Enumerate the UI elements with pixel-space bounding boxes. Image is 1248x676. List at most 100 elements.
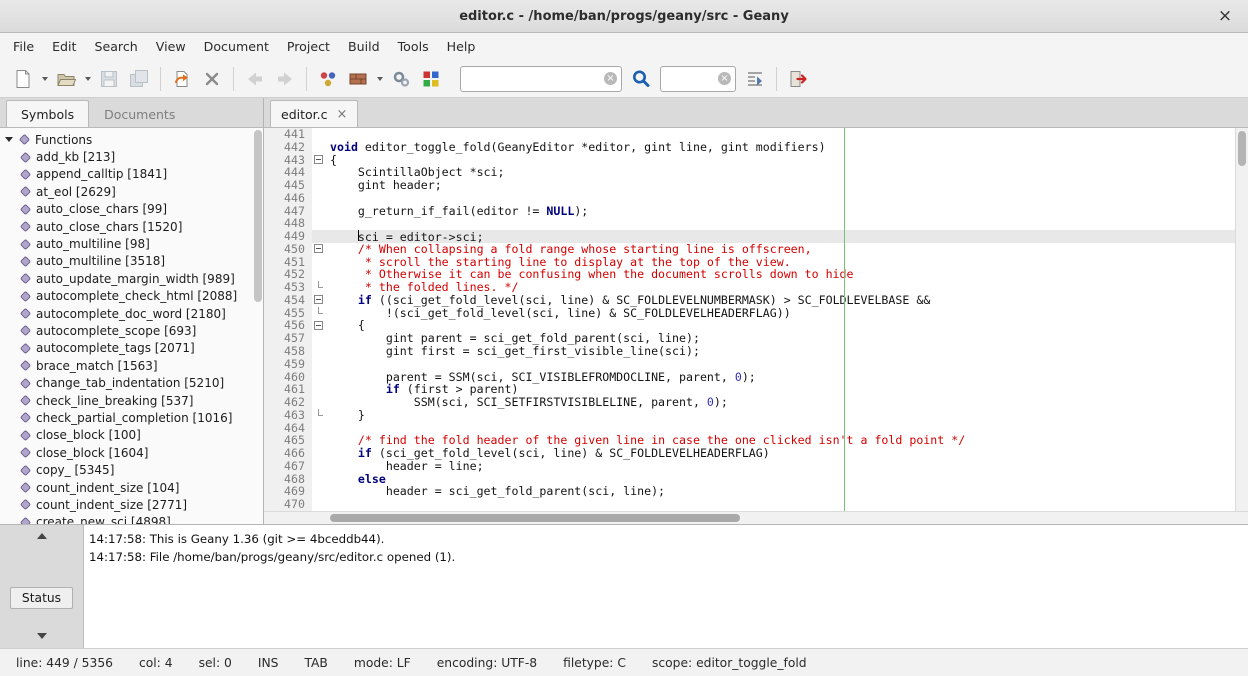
build-dropdown[interactable] <box>373 64 386 94</box>
code-line[interactable]: 445 gint header; <box>264 179 1248 192</box>
symbol-item[interactable]: auto_close_chars [99] <box>0 201 263 218</box>
tree-root-functions[interactable]: Functions <box>0 131 263 148</box>
tab-status[interactable]: Status <box>10 587 73 609</box>
code-line[interactable]: 447 g_return_if_fail(editor != NULL); <box>264 205 1248 218</box>
build-button[interactable] <box>343 64 373 94</box>
fold-collapse-icon[interactable] <box>314 155 323 164</box>
menu-tools[interactable]: Tools <box>389 35 438 58</box>
symbol-label: autocomplete_check_html [2088] <box>36 289 237 303</box>
code-line[interactable]: 462 SSM(sci, SCI_SETFIRSTVISIBLELINE, pa… <box>264 396 1248 409</box>
new-file-dropdown[interactable] <box>38 64 51 94</box>
code-line[interactable]: 467 header = line; <box>264 460 1248 473</box>
symbol-item[interactable]: copy_ [5345] <box>0 461 263 478</box>
open-file-dropdown[interactable] <box>81 64 94 94</box>
symbol-item[interactable]: append_calltip [1841] <box>0 166 263 183</box>
new-file-button[interactable] <box>8 64 38 94</box>
clear-goto-icon[interactable] <box>718 72 731 85</box>
goto-line-button[interactable] <box>740 64 770 94</box>
menu-help[interactable]: Help <box>438 35 485 58</box>
search-button[interactable] <box>626 64 656 94</box>
menu-project[interactable]: Project <box>278 35 339 58</box>
code-line[interactable]: 463 } <box>264 409 1248 422</box>
fold-margin[interactable] <box>312 294 326 307</box>
symbol-item[interactable]: count_indent_size [2771] <box>0 496 263 513</box>
symbol-item[interactable]: autocomplete_check_html [2088] <box>0 288 263 305</box>
close-document-button[interactable] <box>197 64 227 94</box>
symbol-item[interactable]: close_block [100] <box>0 427 263 444</box>
code-line[interactable]: 448 <box>264 217 1248 230</box>
symbol-item[interactable]: auto_update_margin_width [989] <box>0 270 263 287</box>
symbol-list: add_kb [213]append_calltip [1841]at_eol … <box>0 148 263 524</box>
fold-margin[interactable] <box>312 154 326 167</box>
quit-button[interactable] <box>783 64 813 94</box>
expander-icon[interactable] <box>5 137 13 142</box>
symbol-item[interactable]: count_indent_size [104] <box>0 479 263 496</box>
tabs-scroll-down-button[interactable] <box>34 629 50 643</box>
titlebar[interactable]: editor.c - /home/ban/progs/geany/src - G… <box>0 0 1248 33</box>
symbol-item[interactable]: change_tab_indentation [5210] <box>0 374 263 391</box>
statusbar-field: mode: LF <box>354 656 411 670</box>
revert-button[interactable] <box>167 64 197 94</box>
symbol-item[interactable]: check_line_breaking [537] <box>0 392 263 409</box>
goto-line-input[interactable] <box>667 72 718 86</box>
symbol-item[interactable]: autocomplete_tags [2071] <box>0 340 263 357</box>
menu-file[interactable]: File <box>4 35 43 58</box>
symbol-item[interactable]: close_block [1604] <box>0 444 263 461</box>
code-line[interactable]: 442void editor_toggle_fold(GeanyEditor *… <box>264 141 1248 154</box>
editor-vertical-scrollbar[interactable] <box>1235 128 1248 511</box>
symbol-item[interactable]: add_kb [213] <box>0 148 263 165</box>
symbol-item[interactable]: create_new_sci [4898] <box>0 514 263 524</box>
navigate-forward-button[interactable] <box>270 64 300 94</box>
symbol-item[interactable]: at_eol [2629] <box>0 183 263 200</box>
open-file-button[interactable] <box>51 64 81 94</box>
menu-document[interactable]: Document <box>195 35 278 58</box>
sidebar-scrollbar-thumb[interactable] <box>254 130 262 302</box>
vertical-scrollbar-thumb[interactable] <box>1238 131 1246 166</box>
navigate-back-button[interactable] <box>240 64 270 94</box>
symbol-item[interactable]: check_partial_completion [1016] <box>0 409 263 426</box>
tab-symbols[interactable]: Symbols <box>6 100 89 127</box>
symbol-item[interactable]: brace_match [1563] <box>0 357 263 374</box>
code-line[interactable]: 458 gint first = sci_get_first_visible_l… <box>264 345 1248 358</box>
sidebar-scrollbar[interactable] <box>254 130 262 522</box>
menu-build[interactable]: Build <box>339 35 389 58</box>
symbol-item[interactable]: auto_multiline [3518] <box>0 253 263 270</box>
symbol-item[interactable]: autocomplete_doc_word [2180] <box>0 305 263 322</box>
fold-margin[interactable] <box>312 243 326 256</box>
horizontal-scrollbar-thumb[interactable] <box>330 514 740 522</box>
fold-margin[interactable] <box>312 409 326 422</box>
fold-margin[interactable] <box>312 307 326 320</box>
search-input[interactable] <box>467 72 604 86</box>
fold-collapse-icon[interactable] <box>314 321 323 330</box>
compile-button[interactable] <box>313 64 343 94</box>
clear-search-icon[interactable] <box>604 72 617 85</box>
code-line[interactable]: 470 <box>264 498 1248 511</box>
fold-margin[interactable] <box>312 319 326 332</box>
code-line[interactable]: 455 !(sci_get_fold_level(sci, line) & SC… <box>264 307 1248 320</box>
statusbar-field: filetype: C <box>563 656 626 670</box>
fold-collapse-icon[interactable] <box>314 244 323 253</box>
window-close-button[interactable]: × <box>1212 0 1238 32</box>
menu-edit[interactable]: Edit <box>43 35 85 58</box>
save-all-button[interactable] <box>124 64 154 94</box>
tabs-scroll-up-button[interactable] <box>34 529 50 543</box>
editor-horizontal-scrollbar[interactable] <box>264 511 1248 524</box>
tab-editor-c[interactable]: editor.c × <box>270 100 358 127</box>
search-entry[interactable] <box>460 66 622 92</box>
symbol-item[interactable]: auto_close_chars [1520] <box>0 218 263 235</box>
goto-line-entry[interactable] <box>660 66 736 92</box>
code-editor[interactable]: 441442void editor_toggle_fold(GeanyEdito… <box>264 128 1248 511</box>
code-line[interactable]: 469 header = sci_get_fold_parent(sci, li… <box>264 485 1248 498</box>
method-icon <box>19 203 32 216</box>
tab-documents[interactable]: Documents <box>89 100 190 127</box>
fold-collapse-icon[interactable] <box>314 295 323 304</box>
fold-margin[interactable] <box>312 281 326 294</box>
tab-close-icon[interactable]: × <box>336 108 347 121</box>
menu-view[interactable]: View <box>147 35 195 58</box>
symbol-item[interactable]: auto_multiline [98] <box>0 235 263 252</box>
menu-search[interactable]: Search <box>85 35 146 58</box>
symbol-item[interactable]: autocomplete_scope [693] <box>0 322 263 339</box>
save-button[interactable] <box>94 64 124 94</box>
color-chooser-button[interactable] <box>416 64 446 94</box>
run-button[interactable] <box>386 64 416 94</box>
